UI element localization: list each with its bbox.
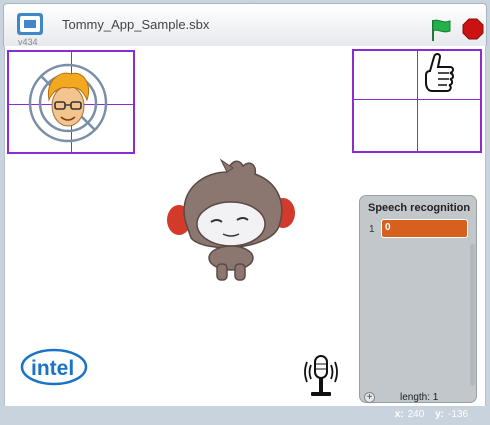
x-label: x: [394,409,404,420]
fullscreen-icon [17,13,43,35]
list-title: Speech recognition [368,202,471,214]
scratch-player-window: v434 Tommy_App_Sample.sbx intel Speech r… [0,0,490,425]
face-tracking-box [7,50,135,154]
add-item-button[interactable]: + [364,392,375,403]
gesture-tracking-box [352,49,482,153]
stop-sign-icon [462,18,484,40]
title-bar: v434 Tommy_App_Sample.sbx [3,3,487,47]
crosshair-horizontal [354,99,480,100]
intel-logo: intel [20,348,88,386]
project-title: Tommy_App_Sample.sbx [62,17,210,32]
intel-logo-text: intel [31,357,74,380]
list-length-label: length: 1 [400,392,439,403]
face-avatar-icon [28,63,108,143]
microphone-icon[interactable] [301,352,341,400]
x-value: 240 [407,409,425,420]
thumbs-up-icon [425,53,454,92]
stop-button[interactable] [462,18,484,40]
list-item-value[interactable]: 0 [381,219,468,238]
list-item-index: 1 [369,224,375,235]
y-label: y: [435,409,444,420]
fullscreen-button[interactable] [16,12,44,36]
monkey-sprite[interactable] [165,158,297,286]
green-flag-icon [432,19,451,41]
list-scrollbar[interactable] [470,244,475,386]
mouse-coordinates: x: 240 y: -136 [395,409,476,420]
speech-recognition-list-monitor[interactable]: Speech recognition 1 0 + length: 1 [359,195,477,403]
y-value: -136 [447,409,468,420]
stage[interactable]: intel Speech recognition 1 0 + length: 1 [4,46,486,406]
green-flag-button[interactable] [430,18,452,42]
